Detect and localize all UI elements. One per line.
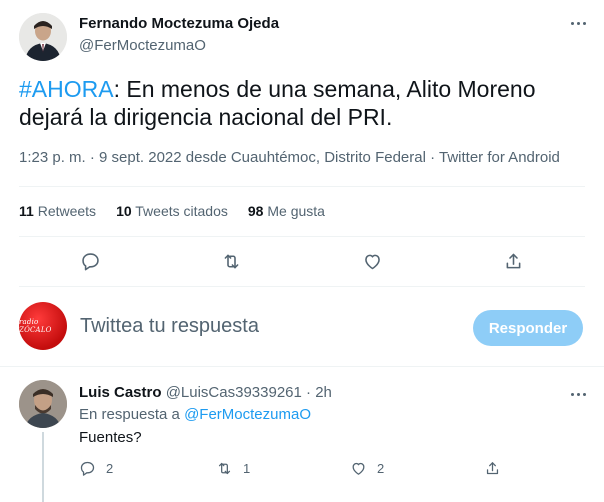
tweet-actions	[0, 248, 604, 274]
tweet-text-line1: : En menos de una semana, Alito Moreno	[113, 76, 536, 102]
more-options-icon[interactable]	[566, 15, 590, 31]
reply-like-count: 2	[377, 460, 385, 476]
reply-share-button[interactable]	[484, 458, 501, 478]
replying-to-mention[interactable]: @FerMoctezumaO	[184, 406, 311, 423]
reply-more-options-icon[interactable]	[566, 386, 590, 402]
divider	[0, 366, 604, 367]
meta-separator: ·	[85, 149, 100, 166]
replying-to: En respuesta a @FerMoctezumaO	[79, 406, 311, 423]
reply-author-photo-icon	[19, 380, 67, 428]
divider	[19, 286, 585, 287]
reply-retweet-count: 1	[243, 460, 251, 476]
tweet-meta: 1:23 p. m. · 9 sept. 2022 desde Cuauhtém…	[19, 149, 560, 166]
quotes-label: Tweets citados	[131, 203, 228, 219]
tweet-stats: 11 Retweets 10 Tweets citados 98 Me gust…	[19, 203, 325, 219]
reply-author-name[interactable]: Luis Castro	[79, 384, 162, 401]
reply-author-handle[interactable]: @LuisCas39339261	[166, 384, 302, 401]
reply-author-avatar[interactable]	[19, 380, 67, 428]
tweet-location[interactable]: Cuauhtémoc, Distrito Federal	[231, 149, 426, 166]
radio-logo: radio ZÓCALO	[19, 318, 52, 334]
retweet-icon	[218, 462, 231, 474]
tweet-date[interactable]: 9 sept. 2022	[99, 149, 182, 166]
tweet-source[interactable]: Twitter for Android	[439, 149, 560, 166]
share-icon	[486, 461, 499, 474]
like-icon[interactable]	[359, 248, 385, 274]
reply-input[interactable]	[80, 315, 460, 338]
divider	[19, 186, 585, 187]
meta-separator-2: ·	[425, 149, 439, 166]
reply-reply-button[interactable]: 2	[79, 458, 113, 478]
reply-actions: 2 1 2	[0, 458, 604, 478]
tweet-text: #AHORA: En menos de una semana, Alito Mo…	[19, 75, 589, 131]
reply-like-button[interactable]: 2	[350, 458, 384, 478]
retweets-count: 11	[19, 203, 34, 219]
retweets-label: Retweets	[33, 203, 97, 219]
author-photo-icon	[19, 13, 67, 61]
reply-icon[interactable]	[77, 248, 103, 274]
reply-reply-count: 2	[106, 460, 114, 476]
location-prefix: desde	[181, 149, 231, 166]
reply-icon	[80, 461, 95, 476]
reply-time-separator: ·	[301, 384, 316, 401]
reply-button[interactable]: Responder	[473, 310, 583, 346]
reply-text: Fuentes?	[79, 429, 142, 446]
retweets-stat[interactable]: 11 Retweets	[19, 203, 96, 219]
hashtag-link[interactable]: #AHORA	[19, 76, 114, 102]
reply-header: Luis Castro @LuisCas39339261 · 2h	[79, 384, 332, 401]
quotes-count: 10	[116, 203, 132, 219]
author-avatar[interactable]	[19, 13, 67, 61]
likes-label: Me gusta	[263, 203, 325, 219]
reply-tweet[interactable]: Luis Castro @LuisCas39339261 · 2h En res…	[0, 368, 604, 502]
retweet-icon[interactable]	[218, 248, 244, 274]
tweet-text-line2: dejará la dirigencia nacional del PRI.	[19, 104, 393, 130]
reply-time[interactable]: 2h	[315, 384, 332, 401]
likes-stat[interactable]: 98 Me gusta	[248, 203, 325, 219]
tweet-time[interactable]: 1:23 p. m.	[19, 149, 86, 166]
reply-retweet-button[interactable]: 1	[216, 458, 250, 478]
replying-to-label: En respuesta a	[79, 406, 185, 423]
quotes-stat[interactable]: 10 Tweets citados	[116, 203, 228, 219]
share-icon[interactable]	[500, 248, 526, 274]
reply-composer: radio ZÓCALO Responder	[0, 298, 604, 360]
current-user-avatar[interactable]: radio ZÓCALO	[19, 302, 67, 350]
author-name[interactable]: Fernando Moctezuma Ojeda	[79, 15, 279, 32]
like-icon	[352, 462, 365, 475]
divider	[19, 236, 585, 237]
likes-count: 98	[247, 203, 264, 219]
author-handle[interactable]: @FerMoctezumaO	[79, 37, 206, 54]
